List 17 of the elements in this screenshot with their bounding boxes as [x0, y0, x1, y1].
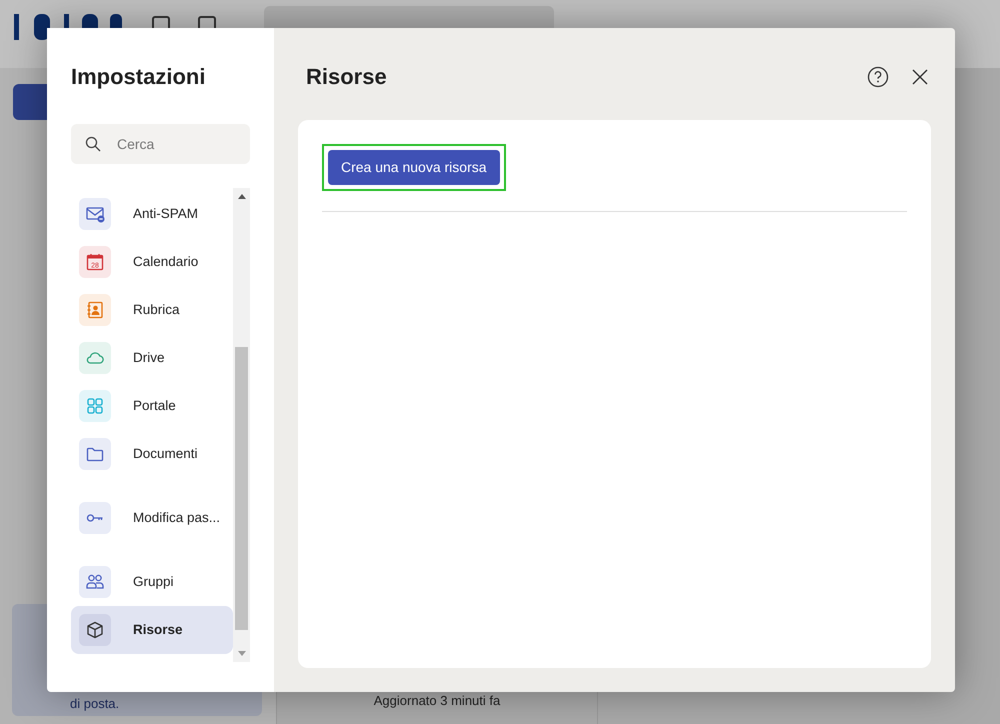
settings-item[interactable]: Modifica pas...: [71, 494, 233, 542]
sync-status: Aggiornato 3 minuti fa: [374, 692, 500, 710]
settings-item[interactable]: Rubrica: [71, 286, 233, 334]
scrollbar[interactable]: [233, 188, 250, 662]
promo-text: di posta.: [70, 694, 120, 713]
settings-item[interactable]: Gruppi: [71, 558, 233, 606]
settings-item[interactable]: Risorse: [71, 606, 233, 654]
settings-item[interactable]: Portale: [71, 382, 233, 430]
search-field[interactable]: Cerca: [71, 124, 250, 164]
create-resource-button[interactable]: Crea una nuova risorsa: [328, 150, 500, 186]
settings-item[interactable]: Anti-SPAM: [71, 190, 233, 238]
close-icon[interactable]: [911, 68, 929, 86]
help-icon[interactable]: [867, 66, 889, 88]
dialog-title: Impostazioni: [71, 64, 206, 90]
settings-item[interactable]: Documenti: [71, 430, 233, 478]
page-title: Risorse: [306, 64, 387, 90]
settings-item[interactable]: Drive: [71, 334, 233, 382]
